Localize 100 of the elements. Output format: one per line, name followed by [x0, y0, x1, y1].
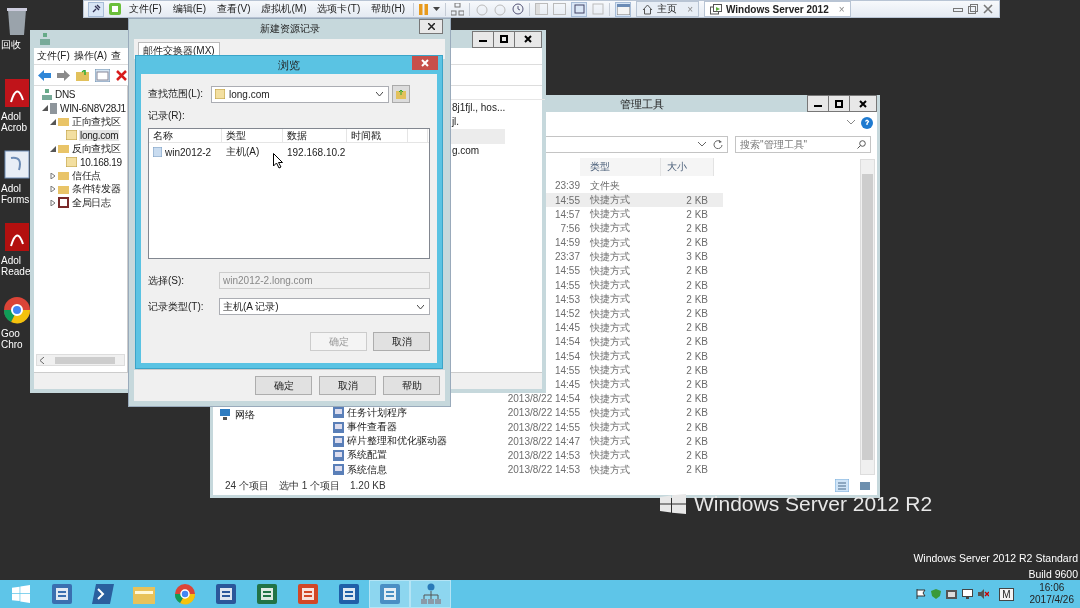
expanded-arrow-icon[interactable]: [50, 145, 56, 152]
dropdown-icon[interactable]: [698, 141, 706, 147]
column-header[interactable]: 类型: [222, 129, 283, 142]
menu-item[interactable]: 查看(V): [214, 2, 254, 16]
maximize-button[interactable]: [829, 95, 850, 113]
taskbar-app-button[interactable]: [410, 580, 451, 608]
caret-icon[interactable]: [433, 7, 441, 11]
file-row[interactable]: 系统信息 2013/8/22 14:53 快捷方式 2 KB: [331, 462, 860, 477]
collapsed-arrow-icon[interactable]: [50, 199, 56, 206]
clock-icon[interactable]: [511, 2, 525, 16]
thumbnail-icon[interactable]: [553, 3, 567, 15]
scrollbar[interactable]: [36, 354, 125, 366]
vm-tools-icon[interactable]: [946, 589, 958, 599]
tree-item[interactable]: DNS: [54, 89, 77, 101]
tree-item[interactable]: 反向查找区: [71, 141, 122, 156]
app-icon: [337, 583, 360, 605]
help-icon[interactable]: [861, 116, 873, 129]
dialog-button[interactable]: 帮助: [383, 376, 440, 395]
refresh-icon[interactable]: [713, 139, 723, 150]
menu-item[interactable]: 查: [111, 49, 122, 63]
close-button[interactable]: [419, 19, 443, 34]
details-view-icon[interactable]: [835, 479, 849, 493]
dialog-button[interactable]: 取消: [319, 376, 376, 395]
tab[interactable]: Windows Server 2012 ×: [704, 1, 851, 17]
network-tray-icon[interactable]: [962, 589, 974, 599]
dialog-button[interactable]: 确定: [255, 376, 312, 395]
restore-icon[interactable]: [968, 4, 978, 14]
thumbnail-view-icon[interactable]: [859, 480, 871, 492]
tree-item[interactable]: WIN-6N8V28J1: [59, 102, 127, 114]
tree-item[interactable]: 正向查找区: [71, 114, 122, 129]
column-header[interactable]: 数据: [283, 129, 347, 142]
column-header[interactable]: 大小: [661, 157, 714, 176]
expanded-arrow-icon[interactable]: [50, 118, 56, 125]
dialog-button[interactable]: 取消: [373, 332, 430, 351]
back-arrow-icon[interactable]: [38, 69, 51, 81]
tree-item[interactable]: 信任点: [71, 168, 103, 183]
menu-item[interactable]: 文件(F): [37, 49, 70, 63]
tree-item[interactable]: 条件转发器: [71, 182, 122, 197]
nav-item[interactable]: 网络: [235, 407, 255, 422]
menu-item[interactable]: 选项卡(T): [314, 2, 364, 16]
chrome-icon[interactable]: [3, 295, 31, 325]
folder-up-icon[interactable]: [76, 69, 89, 81]
collapsed-arrow-icon[interactable]: [50, 172, 56, 179]
menu-item[interactable]: 帮助(H): [368, 2, 409, 16]
look-in-dropdown[interactable]: long.com: [211, 85, 389, 103]
menu-item[interactable]: 虚拟机(M): [258, 2, 310, 16]
record-type-dropdown[interactable]: 主机(A 记录): [219, 298, 430, 315]
scroll-left-icon[interactable]: [39, 356, 45, 364]
tab[interactable]: 主页 ×: [636, 1, 699, 17]
console-icon[interactable]: [95, 68, 110, 82]
acrobat-icon[interactable]: [3, 78, 31, 108]
minimize-icon[interactable]: [953, 5, 963, 13]
close-icon[interactable]: [983, 4, 993, 14]
maximize-button[interactable]: [494, 30, 515, 48]
input-method-indicator[interactable]: M: [999, 587, 1014, 601]
vm-logo-icon[interactable]: [109, 3, 121, 15]
clock-time[interactable]: 16:06: [1039, 582, 1065, 594]
clock-date[interactable]: 2017/4/26: [1029, 594, 1074, 606]
network-icon[interactable]: [451, 2, 465, 16]
pin-button[interactable]: [88, 1, 104, 17]
menu-item[interactable]: 编辑(E): [169, 2, 210, 16]
collapsed-arrow-icon[interactable]: [50, 186, 56, 193]
tree-item[interactable]: long.com: [79, 129, 120, 141]
search-icon[interactable]: [857, 139, 866, 149]
record-row[interactable]: 8j1fjl., hos...: [449, 100, 506, 115]
record-row[interactable]: jl.: [449, 114, 506, 129]
expanded-arrow-icon[interactable]: [42, 105, 48, 112]
menu-item[interactable]: 操作(A): [73, 49, 108, 63]
close-tab-button[interactable]: ×: [838, 3, 845, 15]
file-row[interactable]: 系统配置 2013/8/22 14:53 快捷方式 2 KB: [331, 448, 860, 463]
tree-item[interactable]: 10.168.19: [79, 156, 123, 168]
file-row[interactable]: 碎片整理和优化驱动器 2013/8/22 14:47 快捷方式 2 KB: [331, 434, 860, 449]
volume-muted-icon[interactable]: [978, 589, 990, 599]
chevron-icon[interactable]: [847, 120, 855, 126]
column-header[interactable]: 时间戳: [347, 129, 408, 142]
close-button[interactable]: [515, 30, 542, 48]
record-row[interactable]: win2012-2 主机(A) 192.168.10.2: [149, 145, 429, 159]
file-row[interactable]: 任务计划程序 2013/8/22 14:55 快捷方式 2 KB: [331, 405, 860, 420]
delete-icon[interactable]: [116, 69, 127, 81]
reader-icon[interactable]: [3, 222, 31, 252]
flag-icon[interactable]: [916, 589, 927, 599]
close-button[interactable]: [850, 95, 877, 113]
size-cell: 2 KB: [686, 308, 708, 320]
column-header[interactable]: 名称: [149, 129, 222, 142]
search-field[interactable]: 搜索"管理工具": [735, 135, 871, 153]
column-header[interactable]: 类型: [580, 157, 661, 176]
tree-item[interactable]: 全局日志: [71, 195, 112, 210]
fit-screen-button[interactable]: [571, 1, 588, 17]
file-row[interactable]: 事件查看器 2013/8/22 14:55 快捷方式 2 KB: [331, 419, 860, 435]
forward-arrow-icon[interactable]: [57, 69, 70, 81]
minimize-button[interactable]: [472, 30, 494, 48]
log-icon: [58, 197, 69, 209]
menu-item[interactable]: 文件(F): [126, 2, 165, 16]
scrollbar[interactable]: [860, 158, 875, 475]
library-button[interactable]: [615, 1, 632, 17]
forms-icon[interactable]: [3, 150, 31, 180]
minimize-button[interactable]: [807, 95, 829, 113]
record-row[interactable]: g.com: [449, 143, 506, 158]
taskbar-app-button[interactable]: [369, 580, 410, 608]
folder-icon: [132, 584, 155, 604]
